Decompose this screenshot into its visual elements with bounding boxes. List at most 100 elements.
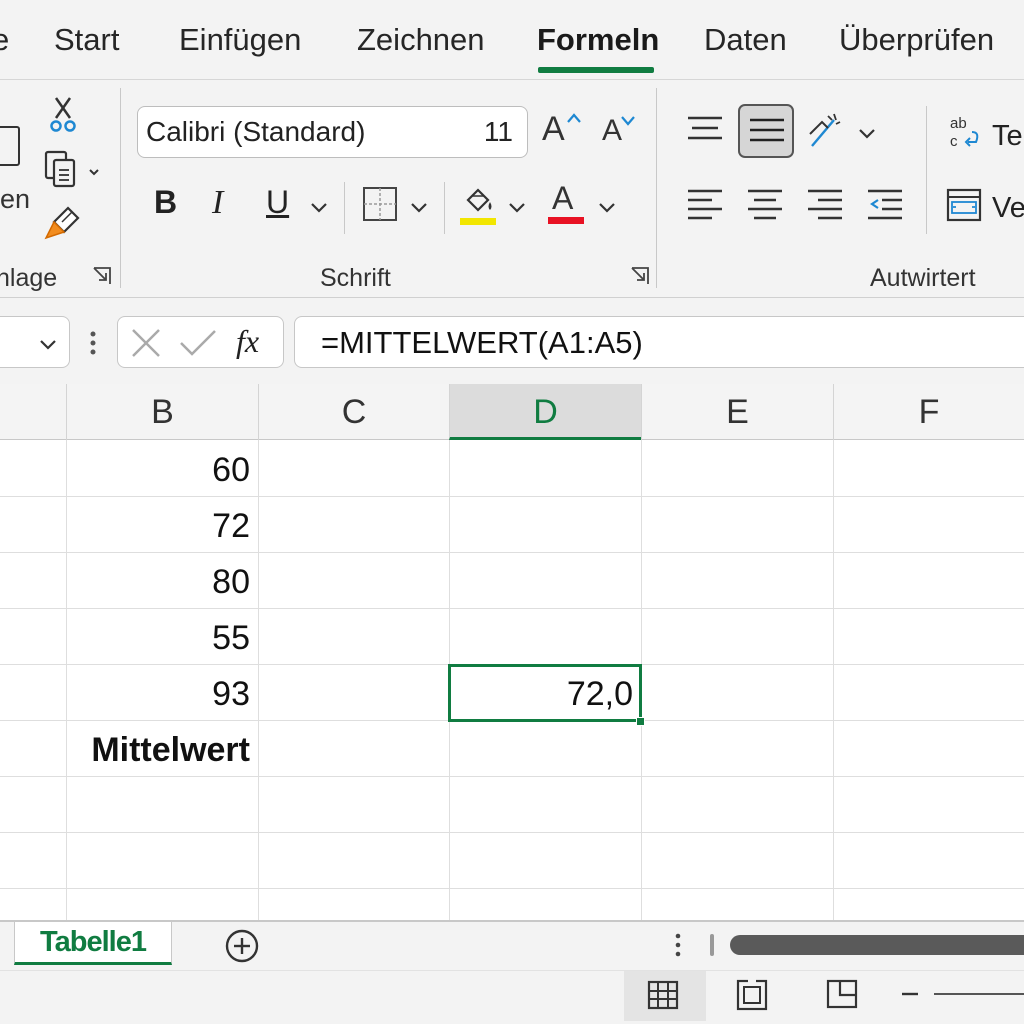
svg-text:ab: ab bbox=[950, 115, 967, 132]
underline-dropdown-chevron-down-icon[interactable] bbox=[308, 196, 330, 218]
sheet-tab-label: Tabelle1 bbox=[40, 926, 147, 958]
gridline-horizontal bbox=[0, 832, 1024, 833]
insert-function-button[interactable]: fx bbox=[236, 323, 259, 360]
tab-daten[interactable]: Daten bbox=[704, 22, 787, 58]
name-box-chevron-down-icon[interactable] bbox=[37, 333, 59, 355]
grow-font-letter: A bbox=[542, 110, 565, 148]
ribbon-separator bbox=[444, 182, 445, 234]
fill-color-dropdown-chevron-down-icon[interactable] bbox=[506, 196, 528, 218]
column-header-c[interactable]: C bbox=[258, 384, 449, 440]
font-color-dropdown-chevron-down-icon[interactable] bbox=[596, 196, 618, 218]
fill-color-icon[interactable] bbox=[458, 182, 498, 226]
selected-cell-border bbox=[448, 664, 642, 722]
ribbon-separator bbox=[656, 88, 657, 288]
spreadsheet-grid[interactable]: B C D E F 60 72 80 55 93 Mittelwert 72,0 bbox=[0, 384, 1024, 920]
formula-controls: fx bbox=[117, 316, 284, 368]
borders-icon[interactable] bbox=[362, 186, 398, 222]
column-header-e[interactable]: E bbox=[641, 384, 833, 440]
cell-b1[interactable]: 60 bbox=[66, 442, 258, 498]
tab-partial[interactable]: e bbox=[0, 22, 9, 58]
caret-up-icon bbox=[567, 113, 581, 123]
alignment-group-label: Autwirtert bbox=[870, 264, 976, 292]
active-tab-indicator bbox=[538, 67, 654, 73]
decrease-indent-icon[interactable] bbox=[866, 188, 904, 222]
page-break-view-icon[interactable] bbox=[826, 977, 858, 1009]
normal-view-grid-icon[interactable] bbox=[647, 979, 679, 1011]
format-painter-icon[interactable] bbox=[42, 204, 84, 244]
ribbon-separator bbox=[926, 106, 927, 234]
copy-icon[interactable] bbox=[44, 150, 100, 190]
more-options-icon[interactable] bbox=[88, 330, 98, 356]
ribbon: en hlage Calibri (Standard) 11 A A B I U… bbox=[0, 80, 1024, 298]
sheet-options-icon[interactable] bbox=[674, 932, 682, 958]
align-middle-button[interactable] bbox=[738, 104, 794, 158]
tab-start[interactable]: Start bbox=[54, 22, 119, 58]
cancel-x-icon[interactable] bbox=[130, 327, 162, 359]
grow-font-button[interactable]: A bbox=[542, 108, 586, 156]
font-color-swatch bbox=[548, 217, 584, 224]
font-name-combobox[interactable]: Calibri (Standard) 11 bbox=[137, 106, 528, 158]
font-color-button[interactable]: A bbox=[546, 180, 586, 226]
clipboard-dialog-launcher-icon[interactable] bbox=[92, 266, 112, 286]
font-size-value[interactable]: 11 bbox=[484, 116, 513, 148]
align-center-icon[interactable] bbox=[746, 188, 784, 222]
cell-b2[interactable]: 72 bbox=[66, 498, 258, 554]
name-box[interactable] bbox=[0, 316, 70, 368]
gridline-horizontal bbox=[0, 888, 1024, 889]
align-left-icon[interactable] bbox=[686, 188, 724, 222]
caret-down-icon bbox=[621, 116, 635, 126]
borders-dropdown-chevron-down-icon[interactable] bbox=[408, 196, 430, 218]
italic-button[interactable]: I bbox=[212, 184, 223, 222]
font-group-label: Schrift bbox=[320, 264, 391, 292]
align-top-icon[interactable] bbox=[686, 114, 724, 144]
page-layout-view-icon[interactable] bbox=[736, 979, 768, 1011]
ribbon-tab-bar: e Start Einfügen Zeichnen Formeln Daten … bbox=[0, 0, 1024, 80]
formula-text: =MITTELWERT(A1:A5) bbox=[321, 325, 643, 360]
gridline-vertical bbox=[833, 440, 834, 920]
formula-bar: fx =MITTELWERT(A1:A5) bbox=[0, 298, 1024, 384]
scroll-split-handle[interactable] bbox=[710, 934, 714, 956]
fill-handle[interactable] bbox=[636, 717, 645, 726]
add-sheet-plus-icon[interactable] bbox=[224, 928, 260, 964]
orientation-icon[interactable] bbox=[806, 112, 842, 152]
shrink-font-button[interactable]: A bbox=[600, 108, 640, 156]
align-right-icon[interactable] bbox=[806, 188, 844, 222]
column-header-b[interactable]: B bbox=[66, 384, 258, 440]
column-header-row: B C D E F bbox=[0, 384, 1024, 440]
cut-icon[interactable] bbox=[48, 94, 78, 136]
align-middle-icon bbox=[750, 118, 784, 142]
formula-input[interactable]: =MITTELWERT(A1:A5) bbox=[294, 316, 1024, 368]
font-name-value: Calibri (Standard) bbox=[146, 116, 366, 147]
clipboard-group-label: hlage bbox=[0, 264, 58, 292]
tab-formeln[interactable]: Formeln bbox=[537, 22, 659, 58]
merge-center-icon[interactable] bbox=[946, 188, 982, 222]
wrap-text-icon[interactable]: ab c bbox=[946, 114, 982, 152]
ribbon-separator bbox=[344, 182, 345, 234]
enter-checkmark-icon[interactable] bbox=[178, 327, 218, 359]
cell-b6[interactable]: Mittelwert bbox=[66, 722, 258, 778]
font-color-letter: A bbox=[552, 180, 574, 216]
cell-b5[interactable]: 93 bbox=[66, 666, 258, 722]
zoom-slider-track[interactable] bbox=[934, 993, 1024, 995]
paste-icon[interactable] bbox=[0, 126, 20, 166]
sheet-tab-tabelle1[interactable]: Tabelle1 bbox=[14, 922, 172, 965]
underline-button[interactable]: U bbox=[266, 184, 289, 221]
cell-b3[interactable]: 80 bbox=[66, 554, 258, 610]
orientation-dropdown-chevron-down-icon[interactable] bbox=[856, 122, 878, 144]
tab-einfuegen[interactable]: Einfügen bbox=[179, 22, 301, 58]
bold-button[interactable]: B bbox=[154, 184, 177, 221]
cell-b4[interactable]: 55 bbox=[66, 610, 258, 666]
wrap-text-label[interactable]: Te bbox=[992, 120, 1023, 153]
column-header-d[interactable]: D bbox=[449, 384, 641, 440]
svg-text:c: c bbox=[950, 133, 958, 150]
sheet-tab-bar: Tabelle1 bbox=[0, 920, 1024, 970]
ribbon-separator bbox=[120, 88, 121, 288]
tab-ueberpruefen[interactable]: Überprüfen bbox=[839, 22, 994, 58]
gridline-vertical bbox=[258, 440, 259, 920]
tab-zeichnen[interactable]: Zeichnen bbox=[357, 22, 485, 58]
column-header-f[interactable]: F bbox=[833, 384, 1024, 440]
zoom-out-minus-icon[interactable] bbox=[900, 989, 920, 999]
merge-label[interactable]: Ve bbox=[992, 192, 1024, 225]
horizontal-scrollbar[interactable] bbox=[730, 935, 1024, 955]
font-dialog-launcher-icon[interactable] bbox=[630, 266, 650, 286]
